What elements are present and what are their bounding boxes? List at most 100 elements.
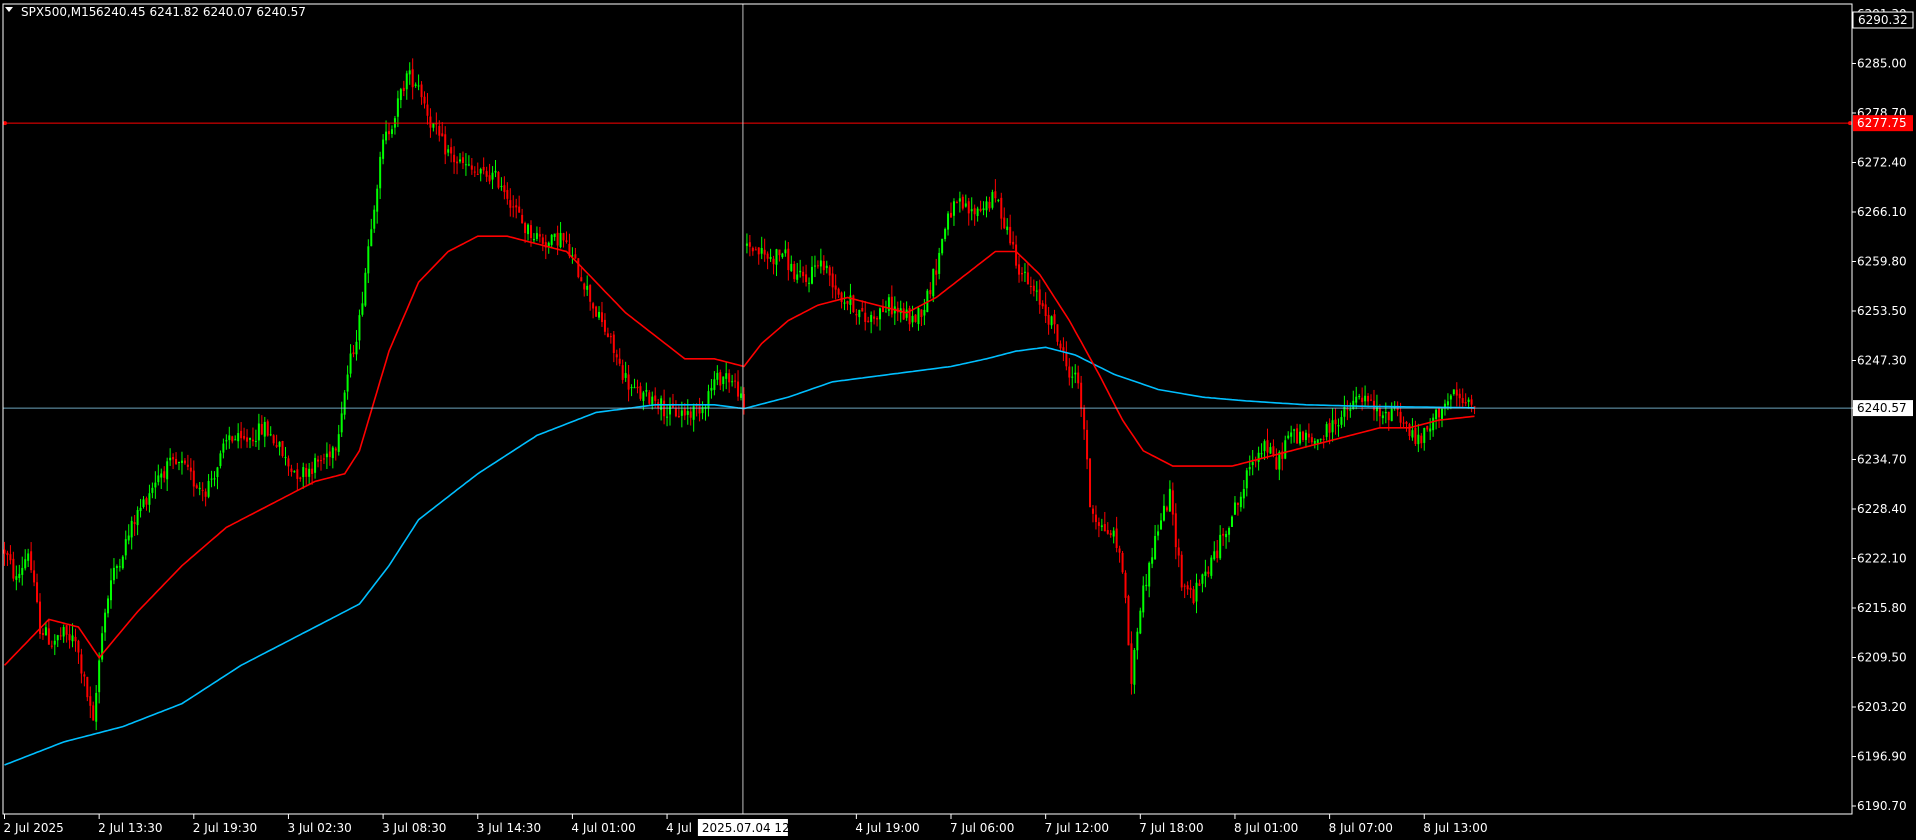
candle-body: [228, 435, 231, 441]
candle-body: [550, 234, 553, 245]
current-price-label: 6240.57: [1857, 401, 1907, 415]
candle-body: [59, 635, 62, 637]
candle-body: [1154, 535, 1157, 560]
candle-body: [1372, 400, 1375, 411]
candle-body: [1210, 557, 1213, 576]
candle-body: [216, 467, 219, 478]
candle-body: [379, 156, 382, 189]
candle-body: [1299, 431, 1302, 444]
candle-body: [53, 640, 56, 645]
candle-body: [843, 302, 846, 304]
candle-body: [947, 213, 950, 230]
candle-body: [967, 201, 970, 214]
candle-body: [130, 520, 133, 538]
candle-body: [858, 309, 861, 318]
candle-body: [1293, 429, 1296, 431]
candle-body: [438, 125, 441, 136]
candle-body: [1458, 393, 1461, 399]
candle-body: [491, 172, 494, 180]
y-tick-label: 6266.10: [1857, 205, 1907, 219]
candle-body: [142, 499, 145, 507]
candle-body: [1216, 550, 1219, 559]
candle-body: [68, 634, 71, 641]
candle-body: [1257, 452, 1260, 462]
candle-body: [426, 104, 429, 116]
candle-body: [828, 267, 831, 276]
candle-body: [955, 202, 958, 204]
candle-body: [27, 553, 30, 561]
candle-body: [1331, 420, 1334, 433]
candle-body: [716, 372, 719, 380]
level-anchor-left: [3, 121, 7, 126]
candle-body: [518, 206, 521, 213]
candle-body: [1089, 458, 1092, 508]
candle-body: [12, 558, 15, 579]
candle-body: [1186, 585, 1189, 590]
candle-body: [1231, 516, 1233, 527]
candle-body: [1023, 271, 1026, 273]
candle-body: [423, 96, 426, 104]
candle-body: [340, 413, 343, 433]
candle-body: [867, 320, 870, 323]
candle-body: [606, 333, 609, 337]
candle-body: [728, 373, 731, 383]
candle-body: [864, 312, 867, 322]
candle-body: [1032, 285, 1035, 291]
candle-body: [1124, 572, 1127, 598]
candle-body: [399, 89, 402, 100]
candle-body: [932, 268, 935, 297]
candle-body: [417, 85, 420, 87]
candle-body: [225, 440, 228, 442]
candle-body: [213, 478, 216, 480]
candle-body: [1287, 435, 1290, 439]
candle-body: [1349, 409, 1352, 411]
candle-body: [562, 233, 565, 241]
candle-body: [796, 274, 799, 280]
candle-body: [429, 116, 432, 128]
candle-body: [1378, 408, 1381, 417]
candle-body: [1177, 547, 1180, 556]
candle-body: [346, 374, 349, 392]
candle-body: [855, 314, 858, 316]
candle-body: [961, 196, 964, 209]
candle-body: [1174, 513, 1177, 548]
candle-body: [1018, 264, 1021, 275]
price-chart[interactable]: 6291.306285.006278.706272.406266.106259.…: [0, 0, 1916, 840]
candle-body: [1074, 372, 1077, 375]
candle-body: [532, 238, 535, 241]
y-tick-label: 6228.40: [1857, 502, 1907, 516]
x-tick-label: 8 Jul 13:00: [1423, 821, 1487, 835]
candle-body: [1455, 389, 1458, 396]
candle-body: [89, 696, 92, 706]
candle-body: [529, 225, 532, 239]
candle-body: [396, 98, 399, 117]
y-tick-label: 6272.40: [1857, 156, 1907, 170]
candle-body: [1390, 409, 1393, 422]
candle-body: [331, 447, 334, 459]
candle-body: [1118, 548, 1121, 553]
candle-body: [884, 311, 887, 313]
candle-body: [278, 441, 281, 447]
y-tick-label: 6196.90: [1857, 750, 1907, 764]
candle-body: [603, 319, 606, 332]
candle-body: [988, 201, 991, 209]
candle-body: [565, 240, 568, 242]
candle-body: [1370, 399, 1373, 401]
candle-body: [1041, 303, 1044, 307]
candle-body: [470, 165, 473, 170]
candle-body: [1464, 402, 1467, 404]
candle-body: [476, 173, 479, 175]
candle-body: [272, 435, 275, 444]
candle-body: [334, 448, 337, 451]
candle-body: [385, 131, 388, 141]
y-tick-label: 6247.30: [1857, 354, 1907, 368]
candle-body: [237, 433, 240, 442]
candle-body: [308, 468, 311, 477]
candle-body: [1151, 557, 1154, 564]
candle-body: [964, 203, 967, 207]
candle-body: [373, 209, 376, 229]
candle-body: [952, 201, 955, 216]
candle-body: [1420, 435, 1423, 444]
candle-body: [1068, 366, 1071, 378]
triangle-down-icon[interactable]: [5, 7, 13, 12]
